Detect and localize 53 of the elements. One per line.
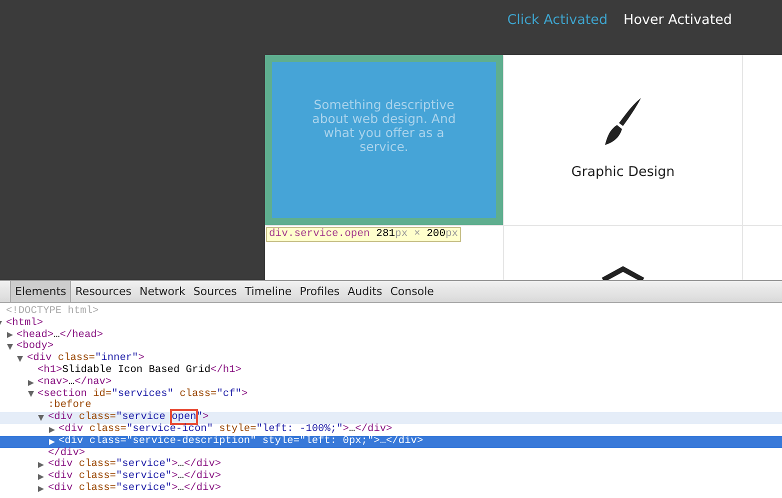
service-title: Graphic Design xyxy=(571,164,675,180)
tree-row[interactable]: </div> xyxy=(0,448,782,460)
devtools-tab[interactable]: Resources xyxy=(71,281,136,302)
tree-row[interactable]: <html> xyxy=(0,318,782,330)
code-line: <div class="service">…</div> xyxy=(48,471,222,482)
tree-row[interactable]: <div class="inner"> xyxy=(0,353,782,365)
code-line: <html> xyxy=(6,318,44,330)
devtools-tab[interactable]: Timeline xyxy=(240,281,296,302)
code-line: </div> xyxy=(48,448,86,459)
triangle-icon[interactable] xyxy=(38,415,44,422)
code-line: :before xyxy=(48,400,92,412)
code-line: <h1>Slidable Icon Based Grid</h1> xyxy=(38,364,242,376)
tree-row[interactable]: <head>…</head> xyxy=(0,330,782,342)
triangle-icon[interactable] xyxy=(28,380,34,386)
service-description: Something descriptive about web design. And what you offer as a service. xyxy=(311,98,457,154)
tree-row[interactable]: <h1>Slidable Icon Based Grid</h1> xyxy=(0,364,782,377)
service-tile[interactable] xyxy=(743,55,782,225)
devtools-tab[interactable]: Elements xyxy=(10,281,72,302)
service-tile[interactable]: Graphic Design xyxy=(504,55,742,225)
triangle-icon[interactable] xyxy=(17,356,23,362)
code-line: <div class="service-icon" style="left: -100%;">…</div> xyxy=(58,424,392,436)
tree-row[interactable]: <div class="service">…</div> xyxy=(0,459,782,472)
code-line: <div class="inner"> xyxy=(27,353,144,364)
code-line: <section id="services" class="cf"> xyxy=(38,388,248,400)
triangle-icon[interactable] xyxy=(6,332,12,338)
nav-link[interactable]: Click Activated xyxy=(507,12,608,28)
nav-link[interactable]: Hover Activated xyxy=(624,12,732,28)
code-line: <!DOCTYPE html> xyxy=(6,306,99,318)
devtools-tab[interactable]: Profiles xyxy=(296,281,344,302)
devtools-tab[interactable]: Audits xyxy=(344,281,386,302)
tree-row[interactable]: :before xyxy=(0,400,782,412)
code-line: <body> xyxy=(16,341,54,352)
triangle-icon[interactable] xyxy=(38,486,44,492)
tree-row[interactable]: <nav>…</nav> xyxy=(0,376,782,389)
code-line: <div class="service">…</div> xyxy=(48,459,222,470)
triangle-icon[interactable] xyxy=(38,474,44,480)
code-line: <div class="service open"> xyxy=(48,412,209,424)
inspector-tooltip: div.service.open 281px × 200px xyxy=(266,227,462,242)
code-line: <head>…</head> xyxy=(16,330,104,341)
tree-row[interactable]: <section id="services" class="cf"> xyxy=(0,388,782,400)
devtools-tab[interactable]: Network xyxy=(135,281,190,302)
triangle-icon[interactable] xyxy=(38,462,44,468)
tree-row[interactable]: <div class="service">…</div> xyxy=(0,482,782,495)
code-line: <div class="service">…</div> xyxy=(48,482,222,495)
triangle-icon[interactable] xyxy=(6,344,12,350)
devtools-tab[interactable]: Sources xyxy=(189,281,241,302)
devtools-tab[interactable]: Console xyxy=(386,281,438,302)
chevron-icon xyxy=(601,266,645,280)
tree-row[interactable]: <div class="service open"> xyxy=(0,412,782,424)
code-line: <nav>…</nav> xyxy=(38,376,112,388)
tree-row[interactable]: <div class="service">…</div> xyxy=(0,471,782,483)
triangle-icon[interactable] xyxy=(28,391,34,398)
tree-row[interactable]: <body> xyxy=(0,341,782,354)
